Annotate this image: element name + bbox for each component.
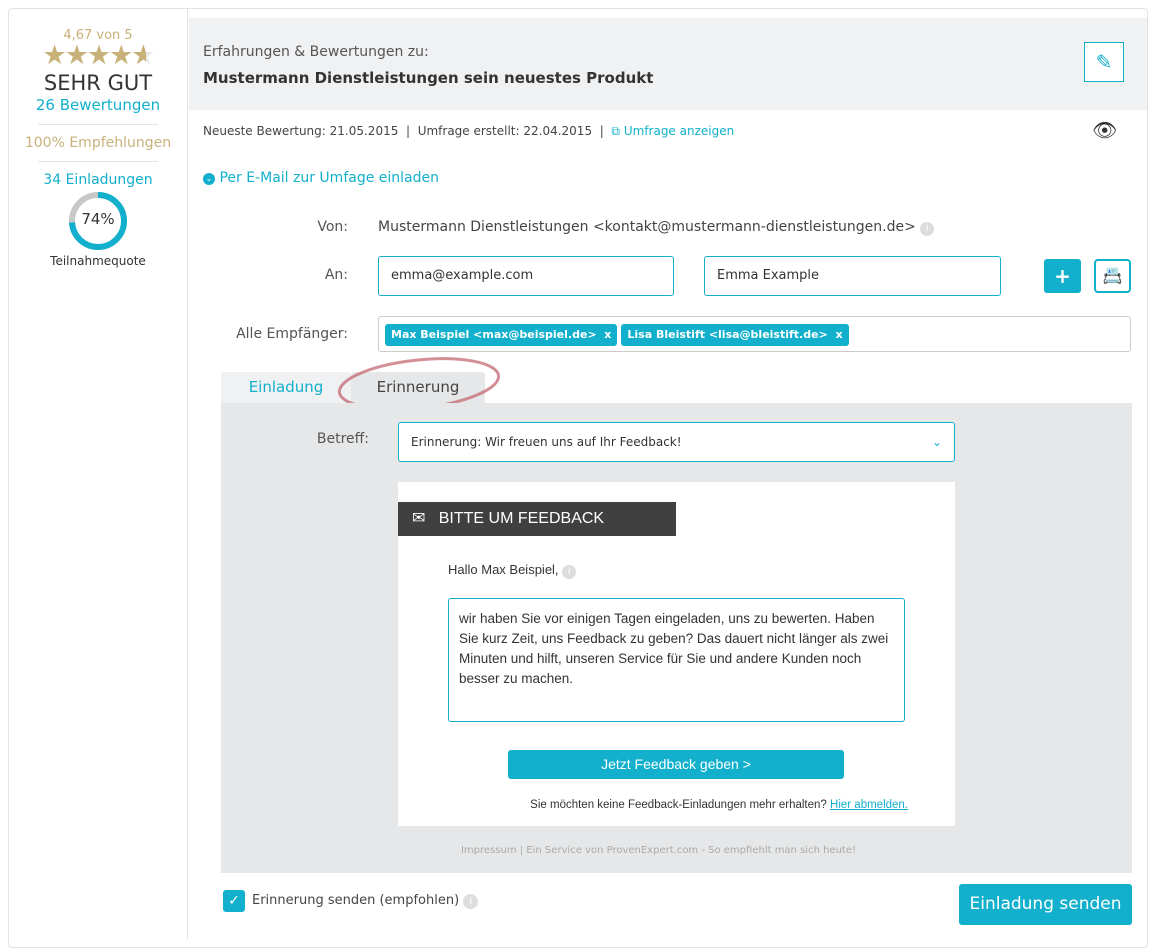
email-editor-panel: Betreff: Erinnerung: Wir freuen uns auf …: [221, 403, 1132, 873]
add-recipient-button[interactable]: +: [1044, 259, 1081, 293]
recipients-field[interactable]: Max Beispiel <max@beispiel.de> x Lisa Ble…: [378, 316, 1131, 352]
greeting-text: Hallo Max Beispiel,: [448, 562, 559, 577]
unsubscribe-line: Sie möchten keine Feedback-Einladungen m…: [398, 799, 908, 811]
check-icon: ✓: [228, 893, 240, 909]
page-title: Mustermann Dienstleistungen sein neueste…: [203, 69, 654, 87]
reviews-link[interactable]: 26 Bewertungen: [9, 96, 187, 114]
recipient-tag: Max Beispiel <max@beispiel.de> x: [385, 324, 618, 346]
separator: |: [406, 124, 411, 138]
info-icon[interactable]: i: [562, 565, 577, 579]
email-preview: ✉ BITTE UM FEEDBACK Hallo Max Beispiel, …: [398, 482, 955, 826]
eye-icon[interactable]: 👁: [1092, 118, 1117, 142]
invite-toggle[interactable]: ⌄ Per E-Mail zur Umfage einladen: [203, 170, 439, 186]
feedback-cta-button[interactable]: Jetzt Feedback geben >: [508, 750, 844, 779]
address-book-button[interactable]: 📇: [1094, 259, 1131, 293]
message-textarea[interactable]: wir haben Sie vor einigen Tagen eingelad…: [448, 598, 905, 722]
edit-button[interactable]: ✎: [1084, 42, 1124, 82]
subject-value: Erinnerung: Wir freuen uns auf Ihr Feedb…: [411, 435, 682, 449]
subject-select[interactable]: Erinnerung: Wir freuen uns auf Ihr Feedb…: [398, 422, 955, 462]
subject-label: Betreff:: [316, 431, 369, 447]
from-address: Mustermann Dienstleistungen <kontakt@mus…: [378, 219, 916, 235]
email-footer: Impressum | Ein Service von ProvenExpert…: [460, 845, 856, 856]
recipients-label: Alle Empfänger:: [236, 326, 348, 342]
plus-icon: +: [1054, 264, 1071, 288]
recipient-label: Max Beispiel <max@beispiel.de>: [391, 328, 597, 341]
name-input[interactable]: Emma Example: [704, 256, 1001, 296]
pencil-icon: ✎: [1095, 50, 1113, 74]
participation-value: 74%: [81, 210, 115, 228]
remove-recipient-button[interactable]: x: [835, 328, 842, 341]
email-banner: ✉ BITTE UM FEEDBACK: [398, 502, 676, 536]
from-value: Mustermann Dienstleistungen <kontakt@mus…: [378, 219, 935, 236]
tab-einladung[interactable]: Einladung: [221, 372, 351, 403]
participation-caption: Teilnahmequote: [50, 254, 146, 268]
from-label: Von:: [317, 219, 348, 235]
to-label: An:: [324, 267, 348, 283]
latest-review-date: Neueste Bewertung: 21.05.2015: [203, 124, 399, 138]
info-icon[interactable]: i: [920, 222, 935, 236]
view-survey-link[interactable]: Umfrage anzeigen: [624, 124, 734, 138]
recipient-tag: Lisa Bleistift <lisa@bleistift.de> x: [621, 324, 849, 346]
star-rating: ★★★★★ ★★★★★: [42, 40, 155, 71]
envelope-icon: ✉: [412, 510, 426, 527]
unsubscribe-link[interactable]: Hier abmelden.: [830, 799, 908, 811]
sidebar: 4,67 von 5 ★★★★★ ★★★★★ SEHR GUT 26 Bewer…: [9, 9, 188, 939]
survey-meta: Neueste Bewertung: 21.05.2015 | Umfrage …: [203, 124, 734, 139]
external-link-icon: ⧉: [611, 124, 620, 138]
unsubscribe-text: Sie möchten keine Feedback-Einladungen m…: [530, 799, 827, 811]
reminder-text: Erinnerung senden (empfohlen): [252, 893, 460, 908]
remove-recipient-button[interactable]: x: [604, 328, 611, 341]
chevron-down-icon: ⌄: [931, 435, 942, 449]
participation-donut: 74%: [67, 190, 129, 252]
grade: SEHR GUT: [43, 71, 153, 95]
survey-created-date: Umfrage erstellt: 22.04.2015: [417, 124, 593, 138]
invitations-link[interactable]: 34 Einladungen: [9, 172, 187, 188]
recipient-label: Lisa Bleistift <lisa@bleistift.de>: [627, 328, 828, 341]
info-icon[interactable]: i: [463, 894, 479, 909]
chevron-down-circle-icon: ⌄: [203, 173, 215, 185]
separator: |: [599, 124, 604, 138]
header-subtitle: Erfahrungen & Bewertungen zu:: [203, 44, 429, 60]
address-book-icon: 📇: [1102, 266, 1123, 285]
invite-toggle-label: Per E-Mail zur Umfage einladen: [219, 170, 439, 186]
send-invitation-button[interactable]: Einladung senden: [959, 884, 1132, 925]
reminder-label: Erinnerung senden (empfohlen) i: [252, 893, 479, 909]
email-input[interactable]: emma@example.com: [378, 256, 674, 296]
greeting: Hallo Max Beispiel, i: [448, 562, 577, 579]
reminder-checkbox[interactable]: ✓: [223, 890, 245, 912]
banner-text: BITTE UM FEEDBACK: [438, 510, 605, 527]
page-header: Erfahrungen & Bewertungen zu: Mustermann…: [189, 18, 1147, 110]
recommendations: 100% Empfehlungen: [24, 135, 172, 151]
